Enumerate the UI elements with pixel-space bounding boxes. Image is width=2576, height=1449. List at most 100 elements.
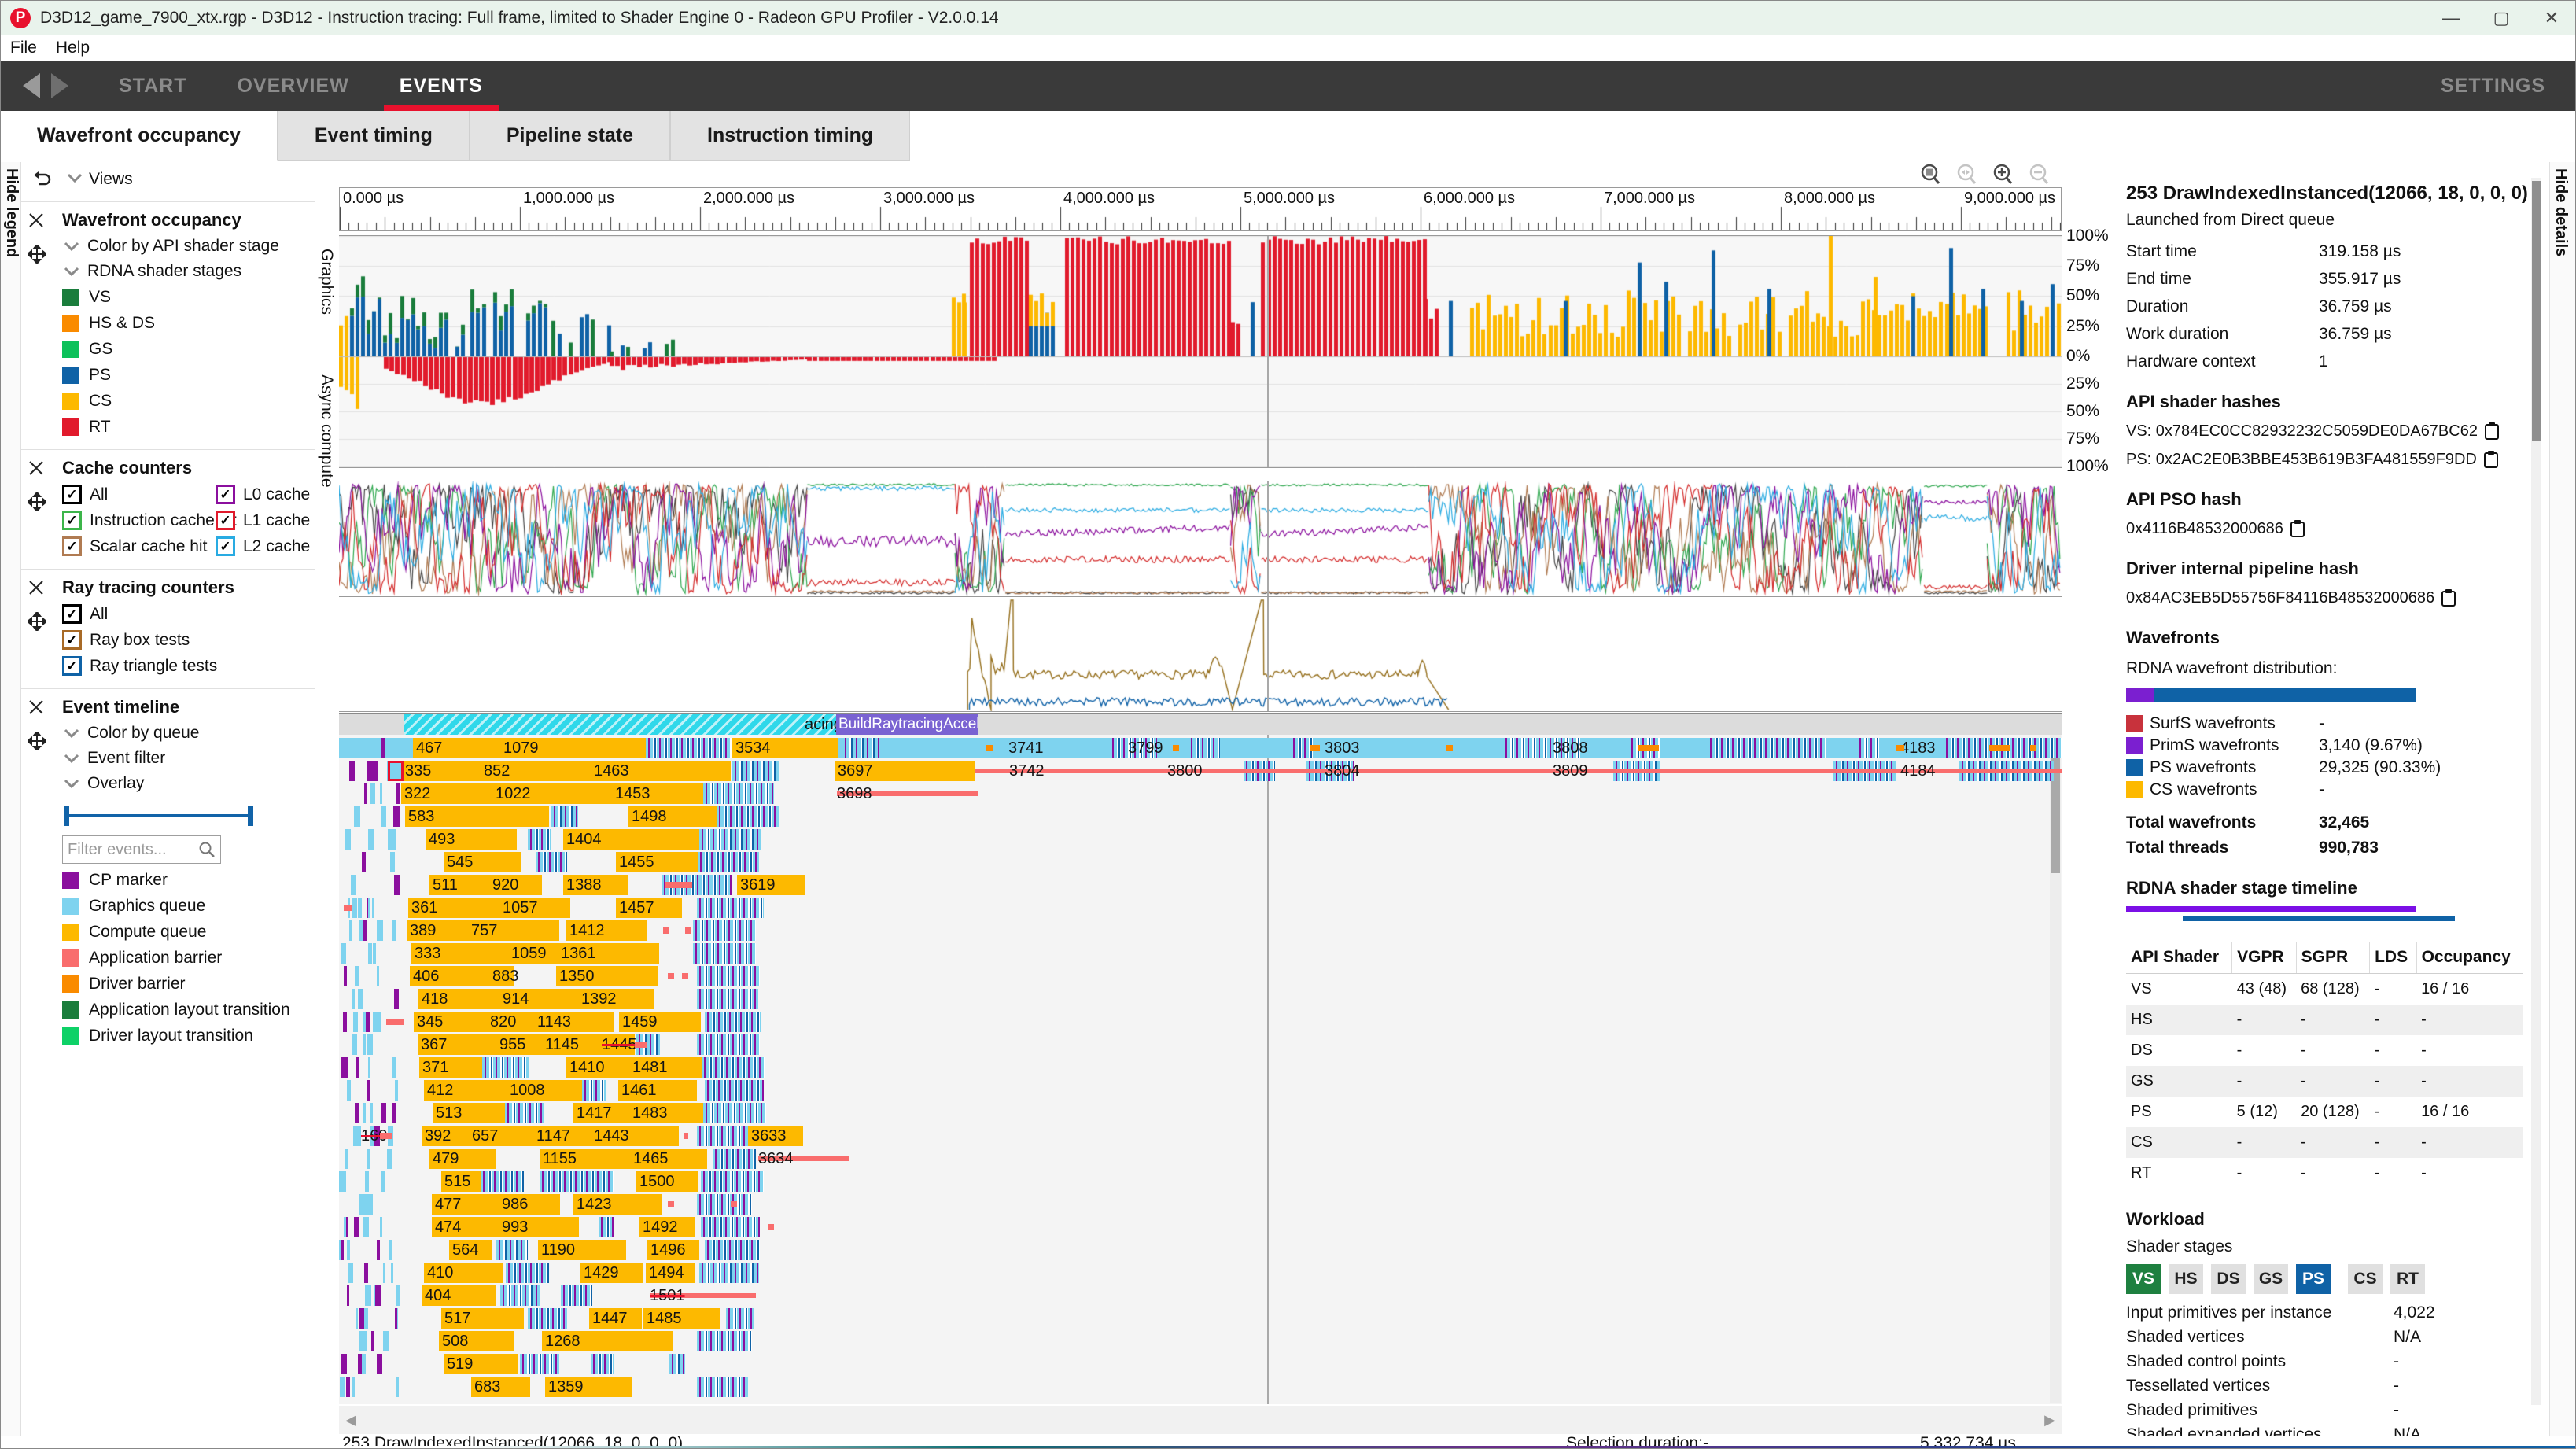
build-raytracing-bar[interactable]: BuildRaytracingAcceler [836, 714, 978, 735]
zoom-reset-icon[interactable] [1954, 163, 1981, 186]
forward-icon[interactable] [51, 73, 68, 98]
event-bar[interactable]: 418 [418, 989, 499, 1009]
menu-file[interactable]: File [1, 39, 46, 57]
event-bar[interactable]: 3534 [732, 738, 838, 758]
event-bar[interactable]: 517 [441, 1308, 524, 1329]
stage-button-ds[interactable]: DS [2211, 1264, 2246, 1294]
event-bar[interactable]: 1417 [573, 1103, 629, 1123]
close-button[interactable]: ✕ [2526, 2, 2576, 35]
event-bar[interactable]: 1496 [647, 1240, 699, 1260]
zoom-to-selection-icon[interactable] [1918, 163, 1944, 186]
dropdown-overlay[interactable]: Overlay [62, 774, 315, 793]
event-bar[interactable]: 1494 [646, 1263, 695, 1283]
undo-icon[interactable] [31, 170, 53, 189]
checkbox-l1-cache-hit[interactable]: ✓L1 cache hit [216, 511, 332, 530]
event-bar[interactable]: 1147 [533, 1126, 591, 1146]
stage-button-gs[interactable]: GS [2254, 1264, 2288, 1294]
checkbox-scalar-cache-hit[interactable]: ✓Scalar cache hit [62, 536, 216, 556]
event-bar[interactable]: 474 [432, 1217, 499, 1237]
scroll-right-icon[interactable]: ▶ [2038, 1412, 2062, 1429]
stage-button-cs[interactable]: CS [2348, 1264, 2383, 1294]
event-bar[interactable]: 1463 [591, 761, 731, 781]
event-bar[interactable]: 333 [411, 943, 508, 964]
chevron-down-icon[interactable] [65, 171, 84, 184]
event-bar[interactable]: 914 [499, 989, 578, 1009]
close-icon[interactable] [28, 579, 45, 596]
event-bar[interactable]: 511 [429, 875, 489, 895]
event-bar[interactable]: 545 [444, 852, 521, 872]
event-bar[interactable]: 583 [405, 806, 549, 827]
event-bar[interactable]: 3633 [748, 1126, 803, 1146]
details-scrollbar[interactable] [2531, 178, 2541, 1405]
event-bar[interactable]: 820 [487, 1012, 534, 1032]
event-bar[interactable]: 955 [496, 1034, 542, 1055]
event-bar[interactable]: 404 [422, 1285, 496, 1306]
copy-icon[interactable] [2484, 422, 2500, 441]
event-timeline[interactable]: acingBuildRaytracingAcceler4671079353437… [339, 713, 2062, 1404]
event-bar[interactable]: 757 [468, 920, 559, 941]
chevron-down-icon[interactable] [62, 265, 81, 278]
checkbox-all[interactable]: ✓All [62, 485, 216, 504]
event-bar[interactable]: 1008 [507, 1080, 582, 1101]
tab-instruction-timing[interactable]: Instruction timing [670, 111, 910, 161]
event-bar[interactable]: 1481 [629, 1057, 702, 1078]
event-bar[interactable]: 508 [439, 1331, 514, 1351]
hide-legend-strip[interactable]: Hide legend [1, 162, 21, 1436]
event-bar[interactable]: 1079 [500, 738, 646, 758]
event-bar[interactable]: 3697 [835, 761, 975, 781]
event-bar[interactable]: 1483 [629, 1103, 703, 1123]
selected-event-box[interactable] [388, 761, 404, 781]
event-bar[interactable]: 513 [433, 1103, 505, 1123]
event-bar[interactable]: 389 [407, 920, 468, 941]
dropdown-event-filter[interactable]: Event filter [62, 749, 315, 768]
event-bar[interactable]: 1455 [616, 852, 698, 872]
event-bar[interactable]: 1412 [566, 920, 647, 941]
close-icon[interactable] [28, 212, 45, 229]
stage-button-vs[interactable]: VS [2126, 1264, 2161, 1294]
rdna-shader-stages[interactable]: RDNA shader stages [62, 262, 315, 281]
views-chevron[interactable] [65, 170, 84, 189]
event-bar[interactable]: 993 [499, 1217, 579, 1237]
event-bar[interactable]: 986 [499, 1194, 560, 1215]
event-bar[interactable]: 1423 [573, 1194, 662, 1215]
event-bar[interactable]: 1465 [630, 1149, 707, 1169]
hide-details-strip[interactable]: Hide details [2549, 162, 2576, 1436]
ray-tracing-counters-chart[interactable] [339, 597, 2062, 712]
nav-settings[interactable]: SETTINGS [2441, 75, 2545, 98]
timeline-horizontal-scrollbar[interactable]: ◀ ▶ [339, 1406, 2062, 1434]
raytracing-marker-bar[interactable] [404, 714, 836, 735]
event-bar[interactable]: 852 [481, 761, 591, 781]
event-bar[interactable]: 1155 [540, 1149, 630, 1169]
move-icon[interactable] [28, 492, 46, 511]
event-bar[interactable]: 519 [444, 1354, 518, 1374]
event-bar[interactable]: 335 [402, 761, 481, 781]
tab-wavefront-occupancy[interactable]: Wavefront occupancy [1, 111, 278, 161]
tab-pipeline-state[interactable]: Pipeline state [470, 111, 670, 161]
stage-button-ps[interactable]: PS [2296, 1264, 2331, 1294]
checkbox-ray-box-tests[interactable]: ✓Ray box tests [62, 630, 315, 650]
close-icon[interactable] [28, 699, 45, 716]
event-bar[interactable]: 1404 [563, 829, 699, 850]
event-bar[interactable]: 1268 [542, 1331, 673, 1351]
move-icon[interactable] [28, 732, 46, 750]
event-bar[interactable]: 1457 [616, 898, 682, 918]
event-bar[interactable]: 1492 [639, 1217, 695, 1237]
time-ruler[interactable]: 0.000 µs1,000.000 µs2,000.000 µs3,000.00… [339, 187, 2062, 231]
event-bar[interactable]: 479 [429, 1149, 496, 1169]
zoom-out-icon[interactable] [2026, 163, 2053, 186]
checkbox-all[interactable]: ✓All [62, 604, 315, 624]
event-bar[interactable]: 467 [413, 738, 500, 758]
chevron-down-icon[interactable] [62, 240, 81, 253]
nav-start[interactable]: START [119, 61, 186, 111]
event-bar[interactable]: 883 [489, 966, 514, 986]
event-bar[interactable]: 371 [419, 1057, 482, 1078]
event-bar[interactable]: 1410 [566, 1057, 629, 1078]
back-icon[interactable] [23, 73, 40, 98]
color-by-api-shader-stage[interactable]: Color by API shader stage [62, 237, 315, 256]
chevron-down-icon[interactable] [62, 777, 81, 790]
event-bar[interactable]: 1461 [618, 1080, 697, 1101]
chevron-down-icon[interactable] [62, 752, 81, 765]
maximize-button[interactable]: ▢ [2476, 2, 2526, 35]
event-bar[interactable]: 515 [441, 1171, 481, 1192]
event-bar[interactable]: 493 [426, 829, 517, 850]
